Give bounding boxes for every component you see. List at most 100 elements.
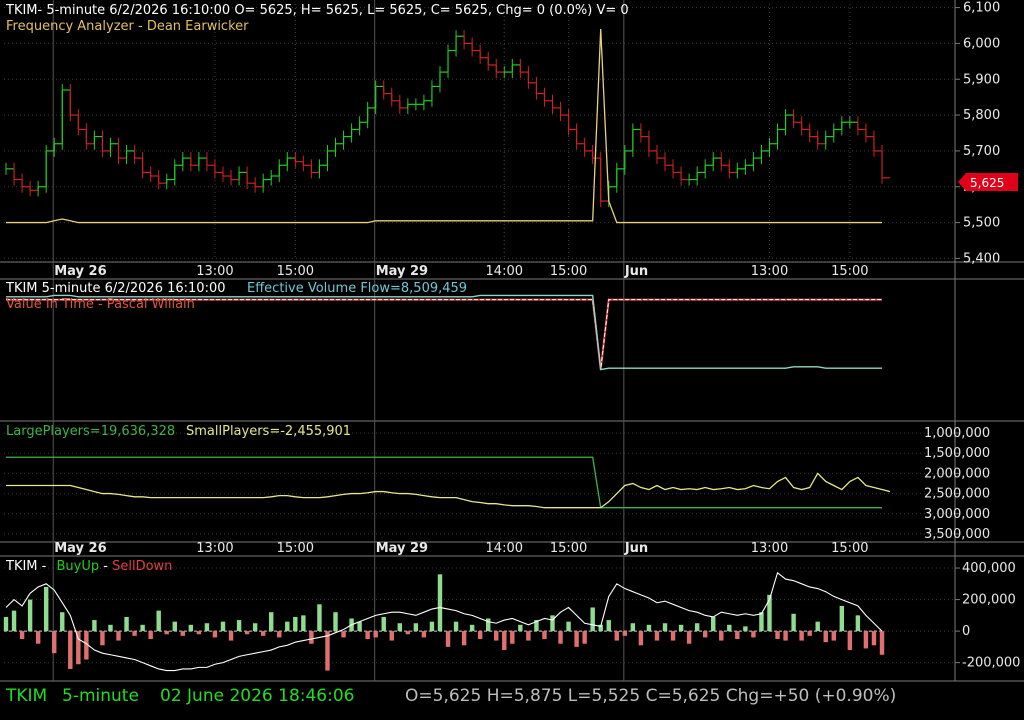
osc-bar-81 [654, 631, 660, 641]
osc-bar-71 [574, 631, 579, 647]
players-ytick-label-3: 2,500,000 [924, 487, 990, 502]
osc-bar-13 [108, 624, 113, 632]
osc-bar-86 [694, 623, 700, 632]
osc-bar-106 [855, 615, 861, 632]
osc-bar-4 [35, 631, 41, 644]
marks-layer [3, 29, 891, 672]
osc-bar-47 [381, 616, 386, 632]
osc-bar-68 [550, 615, 555, 632]
osc-bar-100 [807, 631, 812, 636]
osc-bar-22 [180, 631, 186, 636]
osc-bar-75 [606, 620, 611, 632]
price-ytick-label-3: 5,800 [963, 108, 1000, 123]
osc-bar-59 [477, 631, 483, 639]
osc-bar-88 [711, 616, 716, 632]
osc-bar-80 [646, 624, 652, 632]
osc-bar-96 [775, 631, 780, 639]
last-price-tag-label: 5,625 [970, 176, 1004, 190]
osc-bar-6 [52, 631, 57, 654]
osc-bar-52 [421, 631, 427, 638]
osc-bar-44 [357, 621, 362, 632]
x-axis-price-tick-0: May 26 [54, 264, 106, 279]
osc-bar-63 [510, 631, 515, 644]
osc-bar-62 [502, 631, 507, 651]
osc-bar-20 [164, 631, 169, 635]
osc-bar-46 [373, 631, 378, 638]
osc-bar-11 [92, 620, 97, 632]
chart-canvas[interactable]: May 26 13:00 15:00 May 29 14:00 15:00 Jun 13:00… [0, 0, 1024, 720]
x-axis-players-tick-6: Jun [624, 541, 648, 556]
osc-bar-102 [823, 631, 828, 643]
osc-bar-38 [309, 631, 314, 644]
price-ytick-label-0: 6,100 [963, 1, 1000, 16]
osc-bar-49 [397, 623, 403, 632]
x-axis-players-tick-1: 13:00 [196, 541, 233, 556]
osc-bar-28 [228, 631, 234, 641]
frequency-analyzer-line [6, 29, 882, 224]
players-ytick-label-2: 2,000,000 [924, 466, 990, 481]
x-axis-price-tick-7: 13:00 [751, 264, 788, 279]
osc-bar-83 [670, 631, 676, 641]
osc-bar-25 [204, 623, 210, 632]
x-axis-price-tick-6: Jun [624, 264, 648, 279]
osc-bar-101 [815, 621, 820, 632]
osc-bar-103 [831, 631, 836, 641]
price-ytick-label-4: 5,700 [963, 144, 1000, 159]
osc-bar-23 [188, 624, 194, 632]
x-axis-price-tick-8: 15:00 [831, 264, 868, 279]
vit-panel-subheader: Value In Time - Pascal Willain [6, 297, 195, 312]
large-players-label: LargePlayers=19,636,328 [6, 424, 175, 439]
x-axis-players-tick-5: 15:00 [550, 541, 587, 556]
osc-bar-26 [212, 631, 218, 638]
osc-line [5, 571, 883, 672]
osc-bar-77 [622, 631, 628, 636]
osc-bar-40 [325, 631, 330, 671]
osc-bar-99 [799, 631, 804, 641]
osc-bar-19 [156, 610, 161, 632]
osc-bar-1 [11, 610, 17, 632]
status-ohlc: O=5,625 H=5,875 L=5,525 C=5,625 Chg=+50 … [405, 686, 897, 706]
x-axis-players-tick-0: May 26 [54, 541, 106, 556]
osc-bar-7 [60, 612, 65, 632]
osc-bar-82 [662, 623, 668, 632]
osc-bar-105 [847, 631, 853, 651]
osc-bar-84 [678, 624, 684, 632]
players-ytick-label-4: 3,000,000 [924, 507, 990, 522]
osc-bar-0 [3, 616, 9, 632]
osc-bar-51 [413, 623, 419, 632]
osc-bar-37 [301, 615, 306, 632]
osc-bar-70 [566, 621, 571, 632]
status-symbol: TKIM [6, 686, 48, 706]
osc-bar-72 [582, 631, 587, 644]
osc-bar-34 [277, 631, 282, 638]
osc-bar-73 [590, 607, 595, 632]
osc-bar-91 [735, 631, 740, 639]
osc-bar-60 [485, 618, 491, 632]
osc-bar-5 [43, 586, 49, 632]
osc-bar-56 [453, 621, 459, 632]
osc-bar-79 [638, 631, 644, 646]
osc-ytick-label-2: 0 [962, 624, 970, 639]
price-ytick-label-1: 6,000 [963, 36, 1000, 51]
status-datetime: 02 June 2026 18:46:06 [160, 686, 355, 706]
x-axis-price-tick-1: 13:00 [196, 264, 233, 279]
osc-bar-58 [469, 624, 475, 632]
osc-bar-48 [389, 631, 394, 641]
osc-bar-54 [437, 574, 443, 632]
osc-bar-36 [293, 616, 298, 632]
last-price-tag: 5,625 [958, 173, 1018, 191]
price-ytick-label-7: 5,400 [963, 251, 1000, 266]
small-players-label: SmallPlayers=-2,455,901 [186, 424, 351, 439]
axis-layer: May 26 13:00 15:00 May 29 14:00 15:00 Jun 13:00… [54, 1, 1020, 671]
small-players-line [6, 472, 891, 509]
osc-bar-27 [220, 621, 226, 632]
osc-label-dash: - [103, 559, 108, 574]
osc-bar-57 [461, 631, 467, 646]
x-axis-price-tick-5: 15:00 [550, 264, 587, 279]
evf-panel-header: TKIM 5-minute 6/2/2026 16:10:00 [5, 281, 226, 296]
osc-bar-2 [19, 631, 25, 639]
osc-bar-12 [100, 631, 105, 646]
large-players-line [6, 456, 882, 509]
osc-panel-header: TKIM - BuyUp - SellDown [5, 559, 172, 574]
osc-bar-94 [759, 612, 764, 632]
